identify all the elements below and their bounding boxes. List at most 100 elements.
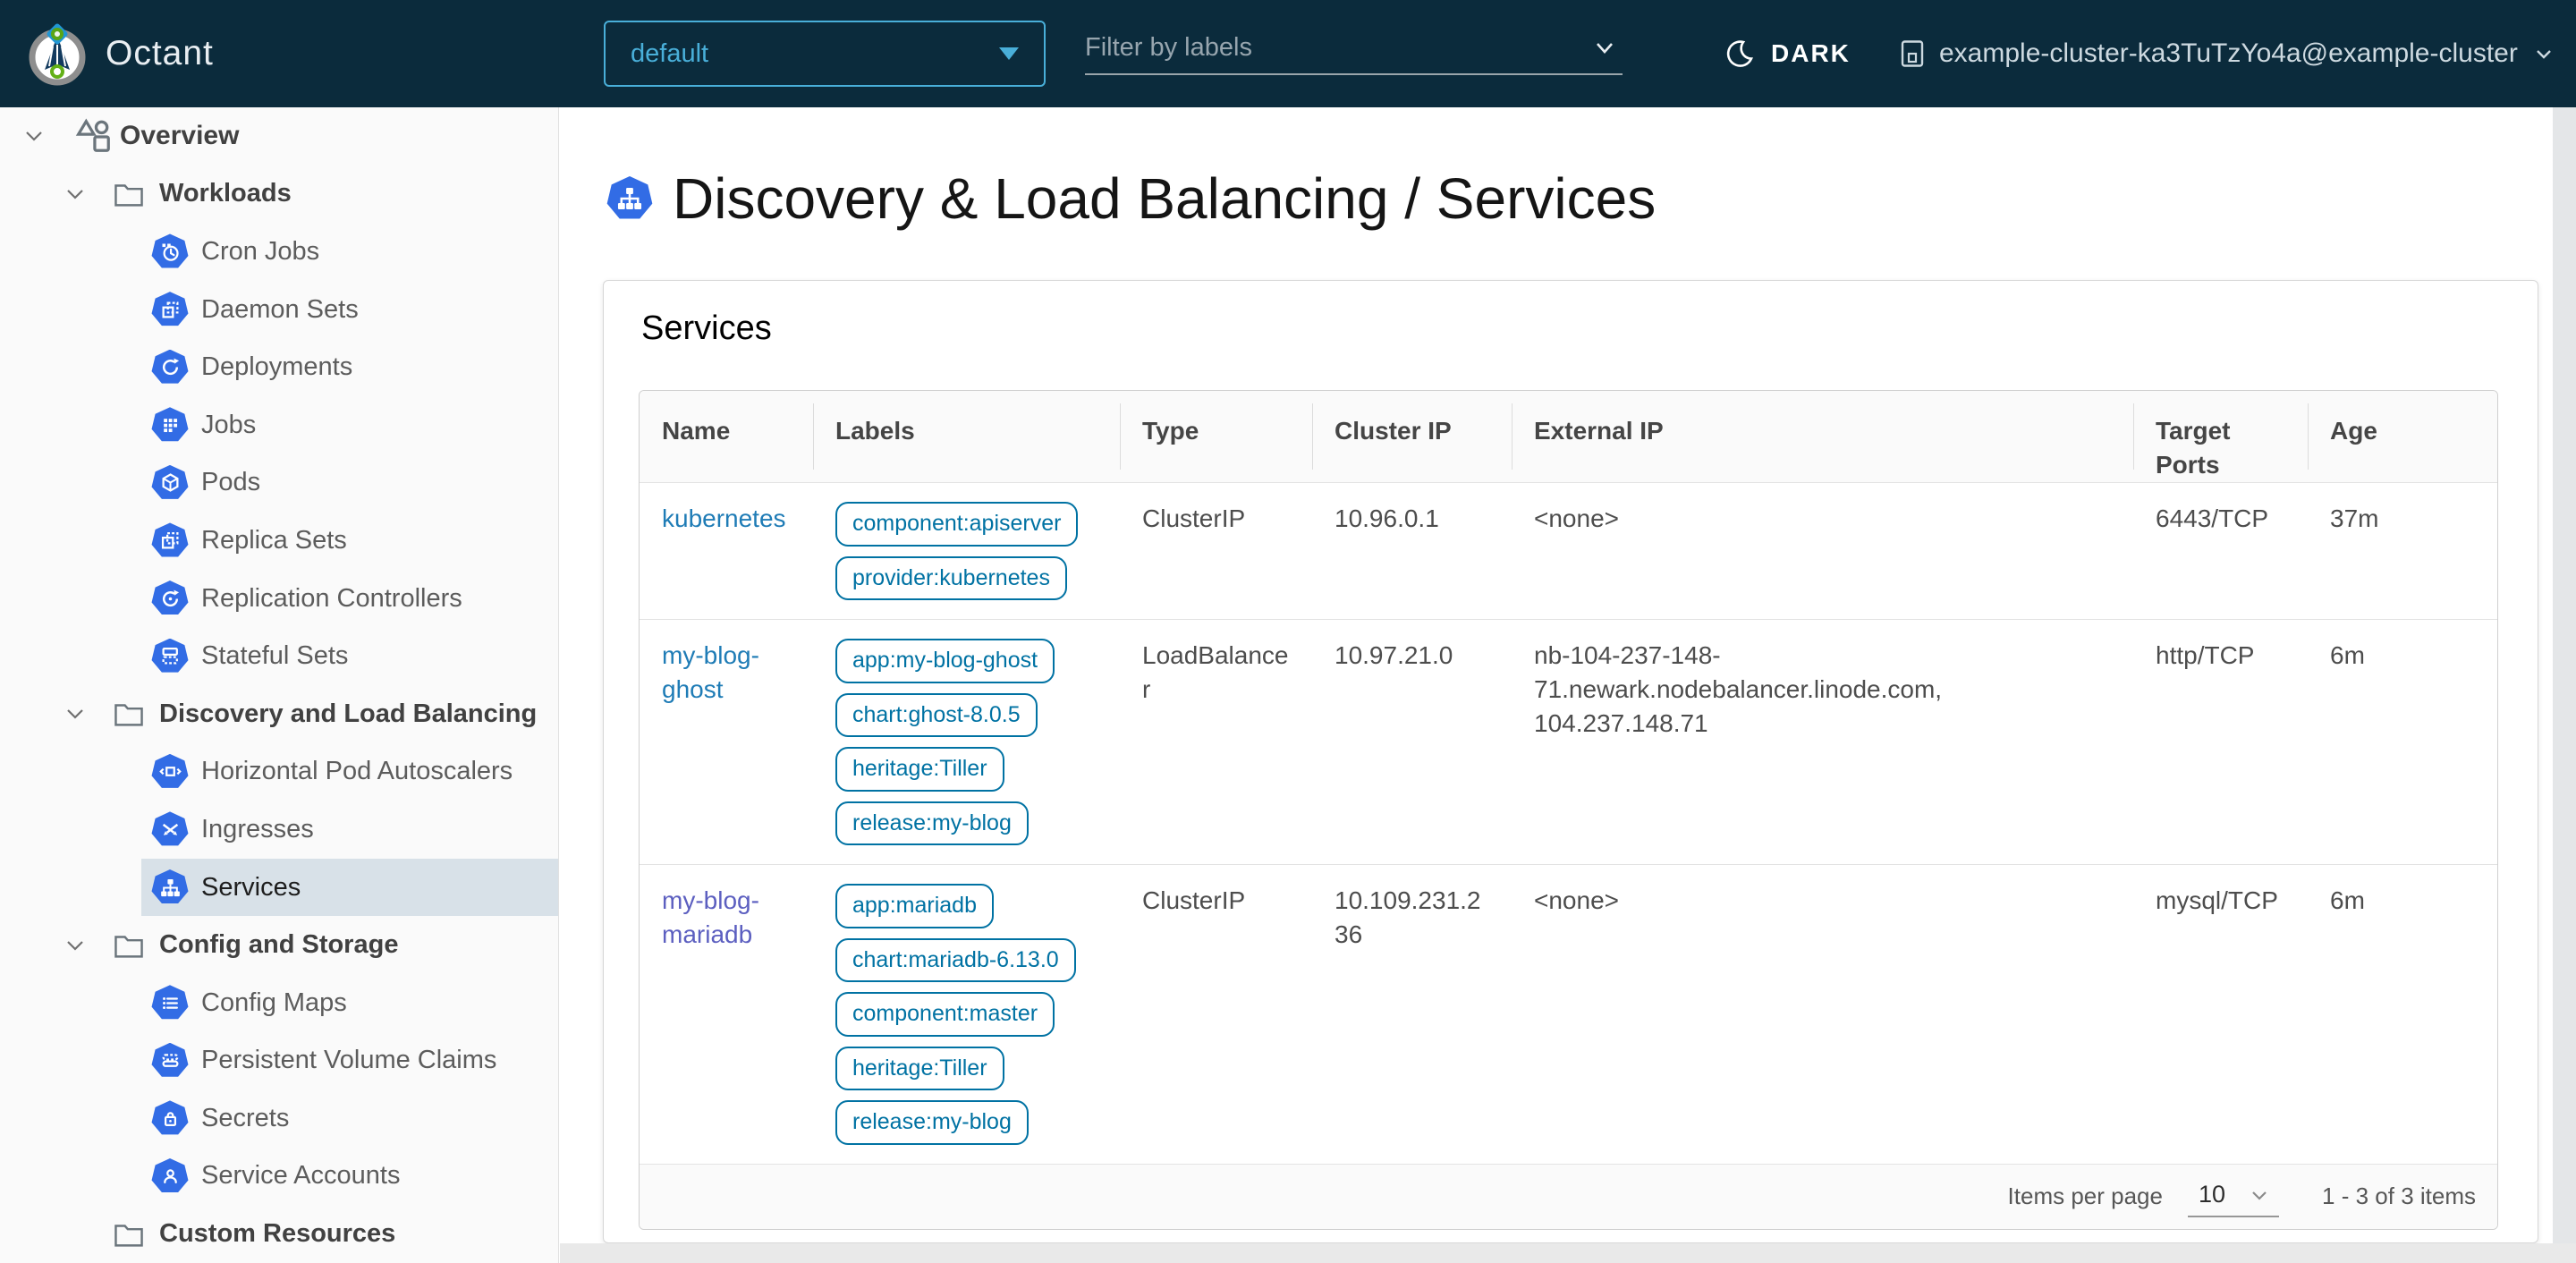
chevron-down-icon[interactable] <box>64 934 87 957</box>
sidebar-item-overview[interactable]: Overview <box>0 107 558 165</box>
table-row: kubernetes component:apiserver provider:… <box>640 482 2497 619</box>
daemon-sets-icon <box>151 292 189 326</box>
label-pill[interactable]: chart:ghost-8.0.5 <box>835 692 1038 737</box>
service-link-kubernetes[interactable]: kubernetes <box>662 504 786 532</box>
sidebar-item-jobs[interactable]: Jobs <box>0 396 558 454</box>
sidebar-item-config-and-storage[interactable]: Config and Storage <box>0 916 558 974</box>
sidebar-item-label: Horizontal Pod Autoscalers <box>201 757 513 786</box>
context-chevron-icon <box>2536 50 2551 59</box>
cell-target-ports: mysql/TCP <box>2156 886 2278 914</box>
cluster-context-label: example-cluster-ka3TuTzYo4a@example-clus… <box>1939 38 2518 68</box>
service-link-my-blog-ghost[interactable]: my-blog-ghost <box>662 641 759 703</box>
label-pill[interactable]: component:master <box>835 992 1055 1037</box>
sidebar-item-workloads[interactable]: Workloads <box>0 165 558 224</box>
items-per-page-select[interactable]: 10 <box>2187 1175 2280 1217</box>
sidebar-item-daemon-sets[interactable]: Daemon Sets <box>0 281 558 339</box>
label-pill[interactable]: component:apiserver <box>835 502 1079 547</box>
cell-type: ClusterIP <box>1142 504 1246 532</box>
deployments-icon <box>151 349 189 384</box>
cell-cluster-ip: 10.109.231.236 <box>1335 886 1481 948</box>
table-footer: Items per page 10 1 - 3 of 3 items <box>640 1163 2497 1229</box>
app-name: Octant <box>106 34 214 72</box>
namespace-select[interactable]: default <box>604 21 1046 87</box>
sidebar-item-label: Config Maps <box>201 988 347 1017</box>
folder-icon <box>114 1224 143 1247</box>
sidebar-item-custom-resources[interactable]: Custom Resources <box>0 1205 558 1263</box>
sidebar-item-horizontal-pod-autoscalers[interactable]: Horizontal Pod Autoscalers <box>0 743 558 801</box>
services-table: Name Labels Type Cluster IP External IP … <box>639 390 2498 1230</box>
main-content: Discovery & Load Balancing / Services Se… <box>560 107 2576 1263</box>
column-header-cluster-ip[interactable]: Cluster IP <box>1312 391 1512 482</box>
column-header-labels[interactable]: Labels <box>813 391 1120 482</box>
sidebar-item-replica-sets[interactable]: Replica Sets <box>0 512 558 570</box>
label-pill[interactable]: release:my-blog <box>835 801 1029 845</box>
service-accounts-icon <box>151 1157 189 1192</box>
table-header-row: Name Labels Type Cluster IP External IP … <box>640 391 2497 482</box>
cell-cluster-ip: 10.97.21.0 <box>1335 641 1453 669</box>
sidebar-item-label: Workloads <box>159 179 292 208</box>
items-per-page-value: 10 <box>2198 1181 2226 1208</box>
sidebar-item-deployments[interactable]: Deployments <box>0 338 558 396</box>
label-pill[interactable]: provider:kubernetes <box>835 555 1067 600</box>
label-pill[interactable]: app:mariadb <box>835 884 994 928</box>
page-head: Discovery & Load Balancing / Services <box>606 166 1657 231</box>
page-title: Discovery & Load Balancing / Services <box>673 166 1657 231</box>
sidebar-item-discovery-and-load-balancing[interactable]: Discovery and Load Balancing <box>0 685 558 743</box>
card-title: Services <box>641 309 772 347</box>
label-pill[interactable]: heritage:Tiller <box>835 747 1004 792</box>
sidebar-item-services[interactable]: Services <box>141 858 558 917</box>
chevron-down-icon[interactable] <box>64 182 87 206</box>
top-header-bar: Octant default DARK example-cluster-ka3T… <box>0 0 2576 107</box>
horizontal-pod-autoscalers-icon <box>151 753 189 788</box>
label-pill[interactable]: heritage:Tiller <box>835 1046 1004 1090</box>
cell-target-ports: 6443/TCP <box>2156 504 2269 532</box>
label-filter-input[interactable] <box>1085 32 1590 63</box>
sidebar-item-cron-jobs[interactable]: Cron Jobs <box>0 223 558 281</box>
moon-icon <box>1726 40 1753 67</box>
column-header-age[interactable]: Age <box>2308 391 2497 482</box>
persistent-volume-claims-icon <box>151 1042 189 1077</box>
cell-cluster-ip: 10.96.0.1 <box>1335 504 1439 532</box>
sidebar-item-config-maps[interactable]: Config Maps <box>0 974 558 1032</box>
sidebar-item-label: Config and Storage <box>159 930 399 960</box>
column-header-target-ports[interactable]: Target Ports <box>2133 391 2308 482</box>
column-header-external-ip[interactable]: External IP <box>1512 391 2133 482</box>
replica-sets-icon <box>151 522 189 557</box>
vertical-scrollbar[interactable] <box>2553 107 2576 1263</box>
services-page-icon <box>606 176 653 219</box>
stateful-sets-icon <box>151 638 189 673</box>
column-header-type[interactable]: Type <box>1120 391 1312 482</box>
service-link-my-blog-mariadb[interactable]: my-blog-mariadb <box>662 886 759 948</box>
label-pill[interactable]: app:my-blog-ghost <box>835 639 1055 683</box>
chevron-down-icon[interactable] <box>64 702 87 725</box>
sidebar-item-service-accounts[interactable]: Service Accounts <box>0 1148 558 1206</box>
folder-icon <box>114 935 143 958</box>
octant-logo-group[interactable]: Octant <box>23 0 214 107</box>
sidebar-item-label: Services <box>201 872 301 902</box>
pagination-range-text: 1 - 3 of 3 items <box>2322 1182 2476 1209</box>
label-pill[interactable]: chart:mariadb-6.13.0 <box>835 937 1076 982</box>
table-row: my-blog-ghost app:my-blog-ghost chart:gh… <box>640 619 2497 864</box>
chevron-down-icon[interactable] <box>22 124 46 148</box>
sidebar-item-ingresses[interactable]: Ingresses <box>0 801 558 859</box>
sidebar-item-pods[interactable]: Pods <box>0 454 558 513</box>
cluster-context-switcher[interactable]: example-cluster-ka3TuTzYo4a@example-clus… <box>1896 0 2555 107</box>
sidebar-item-persistent-volume-claims[interactable]: Persistent Volume Claims <box>0 1032 558 1090</box>
cluster-icon <box>1901 40 1924 67</box>
cell-type: LoadBalancer <box>1142 641 1289 703</box>
sidebar-item-replication-controllers[interactable]: Replication Controllers <box>0 570 558 628</box>
sidebar-item-secrets[interactable]: Secrets <box>0 1089 558 1148</box>
column-header-name[interactable]: Name <box>640 391 813 482</box>
cell-external-ip: <none> <box>1534 886 1619 914</box>
filter-chevron-icon[interactable] <box>1590 33 1619 62</box>
sidebar-item-label: Deployments <box>201 352 353 382</box>
namespace-caret-icon <box>999 47 1019 60</box>
chevron-down-icon <box>2252 1191 2267 1200</box>
sidebar-item-stateful-sets[interactable]: Stateful Sets <box>0 627 558 685</box>
dark-mode-toggle[interactable]: DARK <box>1724 0 1851 107</box>
horizontal-scrollbar[interactable] <box>560 1243 2576 1263</box>
cell-age: 37m <box>2330 504 2379 532</box>
items-per-page-label: Items per page <box>2007 1182 2163 1209</box>
sidebar-item-label: Discovery and Load Balancing <box>159 699 538 728</box>
label-pill[interactable]: release:my-blog <box>835 1100 1029 1145</box>
